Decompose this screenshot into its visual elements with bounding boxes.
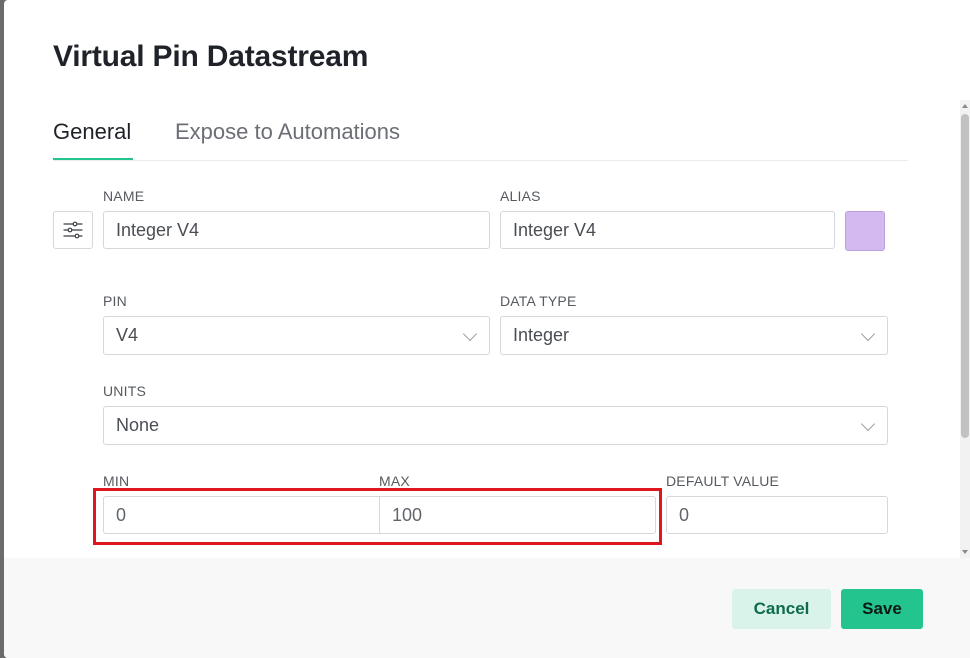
default-value-label: DEFAULT VALUE [666,473,780,489]
pin-select-value: V4 [116,325,139,345]
pin-select[interactable]: V4 [103,316,490,355]
save-button[interactable]: Save [841,589,923,629]
scrollbar-thumb[interactable] [961,114,969,438]
data-type-select-value: Integer [513,325,570,345]
datastream-icon-button[interactable] [53,211,93,249]
tab-general[interactable]: General [53,116,134,160]
alias-input[interactable]: Integer V4 [500,211,835,249]
units-label: UNITS [103,383,146,399]
alias-label: ALIAS [500,188,541,204]
form-scroll-area: NAME Integer V4 ALIAS Integer V4 PIN V4 … [4,161,970,557]
name-input[interactable]: Integer V4 [103,211,490,249]
min-label: MIN [103,473,130,489]
max-label: MAX [379,473,410,489]
chevron-down-icon [462,326,478,342]
cancel-button[interactable]: Cancel [732,589,831,629]
scroll-up-arrow-icon[interactable] [962,104,968,108]
modal-footer: Cancel Save [4,558,970,658]
color-picker-swatch[interactable] [845,211,885,251]
tab-expose-to-automations[interactable]: Expose to Automations [175,116,400,158]
units-select-value: None [116,415,160,435]
tab-bar: General Expose to Automations [53,116,908,161]
name-label: NAME [103,188,145,204]
scrollbar[interactable] [960,100,970,558]
pin-label: PIN [103,293,127,309]
modal-title: Virtual Pin Datastream [53,40,369,73]
default-value-input[interactable]: 0 [666,496,888,534]
units-select[interactable]: None [103,406,888,445]
scroll-down-arrow-icon[interactable] [962,550,968,554]
settings-sliders-icon [63,221,83,239]
min-max-highlight-box [93,488,662,545]
chevron-down-icon [860,326,876,342]
datastream-modal: Virtual Pin Datastream General Expose to… [4,0,970,658]
data-type-label: DATA TYPE [500,293,577,309]
chevron-down-icon [860,416,876,432]
data-type-select[interactable]: Integer [500,316,888,355]
